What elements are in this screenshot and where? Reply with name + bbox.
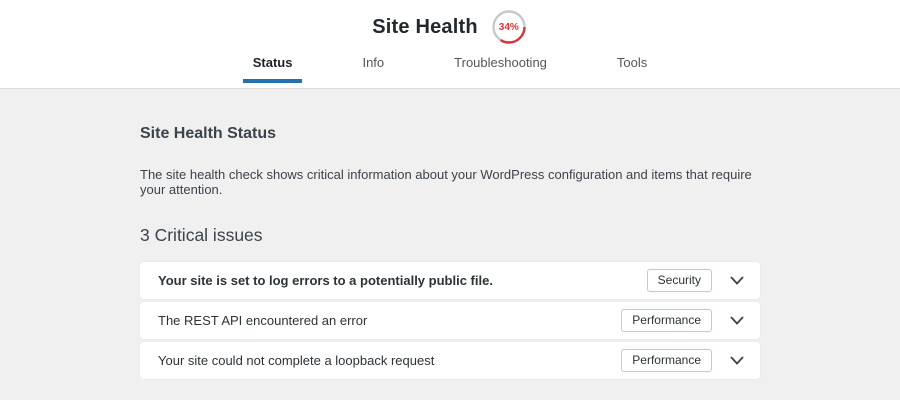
health-check-tabs: Status Info Troubleshooting Tools xyxy=(0,51,900,83)
section-description: The site health check shows critical inf… xyxy=(140,167,752,197)
site-health-body: Site Health Status The site health check… xyxy=(0,89,900,379)
tab-status[interactable]: Status xyxy=(242,51,303,83)
page-title: Site Health xyxy=(372,15,478,38)
critical-issues-heading: 3 Critical issues xyxy=(140,225,263,245)
tab-info[interactable]: Info xyxy=(352,51,394,83)
progress-percent-label: 34% xyxy=(498,21,519,33)
issue-label: Your site is set to log errors to a pote… xyxy=(158,273,493,288)
section-title: Site Health Status xyxy=(140,125,277,142)
issue-category-badge: Security xyxy=(646,269,712,292)
health-progress-circle: 34% xyxy=(490,8,528,46)
tab-tools[interactable]: Tools xyxy=(607,51,657,83)
critical-issues-list: Your site is set to log errors to a pote… xyxy=(140,262,760,379)
issue-label: The REST API encountered an error xyxy=(158,313,368,328)
issue-category-badge: Performance xyxy=(621,309,712,332)
issue-label: Your site could not complete a loopback … xyxy=(158,353,435,368)
issue-row-loopback[interactable]: Your site could not complete a loopback … xyxy=(140,342,760,379)
issue-category-badge: Performance xyxy=(621,349,712,372)
chevron-down-icon[interactable] xyxy=(730,276,744,285)
tab-troubleshooting[interactable]: Troubleshooting xyxy=(444,51,557,83)
site-health-header: Site Health 34% Status Info Troubleshoot… xyxy=(0,0,900,89)
issue-row-log-errors[interactable]: Your site is set to log errors to a pote… xyxy=(140,262,760,299)
chevron-down-icon[interactable] xyxy=(730,356,744,365)
chevron-down-icon[interactable] xyxy=(730,316,744,325)
title-row: Site Health 34% xyxy=(0,0,900,44)
issue-row-rest-api[interactable]: The REST API encountered an error Perfor… xyxy=(140,302,760,339)
